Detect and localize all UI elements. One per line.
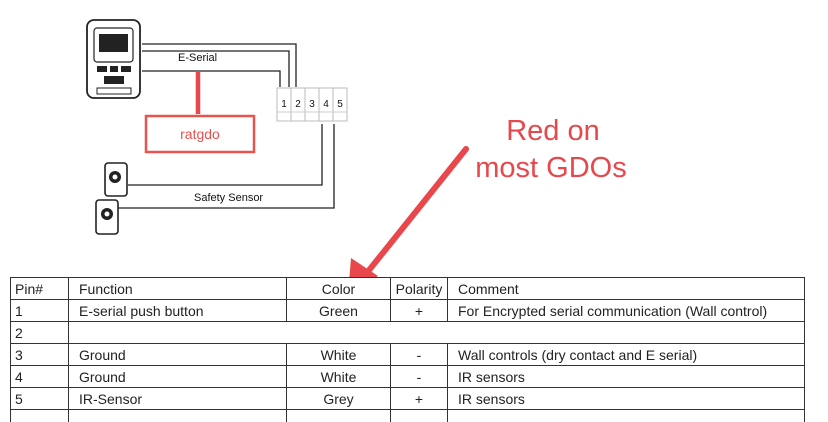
cell-function: IR-Sensor <box>69 388 287 410</box>
table-row: 5 IR-Sensor Grey + IR sensors <box>11 388 805 410</box>
eserial-label: E-Serial <box>178 52 217 64</box>
header-polarity: Polarity <box>391 278 448 300</box>
cell-comment: Wall controls (dry contact and E serial) <box>448 344 805 366</box>
annotation-line2: most GDOs <box>475 152 626 184</box>
cell-empty-merged <box>69 322 805 344</box>
table-row: 4 Ground White - IR sensors <box>11 366 805 388</box>
table-row: 2 <box>11 322 805 344</box>
cell-function: Ground <box>69 344 287 366</box>
table-row: 3 Ground White - Wall controls (dry cont… <box>11 344 805 366</box>
header-pin: Pin# <box>11 278 69 300</box>
terminal-5: 5 <box>337 99 343 110</box>
terminal-4: 4 <box>323 99 329 110</box>
cell-function: E-serial push button <box>69 300 287 322</box>
table-row-partial <box>11 410 805 422</box>
safety-sensor-label: Safety Sensor <box>194 192 263 204</box>
cell-pin: 1 <box>11 300 69 322</box>
header-color: Color <box>287 278 391 300</box>
cell-polarity: - <box>391 366 448 388</box>
header-function: Function <box>69 278 287 300</box>
header-comment: Comment <box>448 278 805 300</box>
cell-polarity: - <box>391 344 448 366</box>
ratgdo-label: ratgdo <box>180 126 220 142</box>
terminal-1: 1 <box>281 99 287 110</box>
safety-sensor-bottom-icon <box>96 200 118 234</box>
cell-color: Green <box>287 300 391 322</box>
cell-color: Grey <box>287 388 391 410</box>
cell-pin: 3 <box>11 344 69 366</box>
cell-polarity: + <box>391 388 448 410</box>
safety-sensor-top-icon <box>105 163 127 196</box>
terminal-block: 1 2 3 4 5 <box>277 88 347 121</box>
annotation-line1: Red on <box>506 115 600 147</box>
cell-pin: 2 <box>11 322 69 344</box>
table-header-row: Pin# Function Color Polarity Comment <box>11 278 805 300</box>
cell-polarity: + <box>391 300 448 322</box>
cell-color: White <box>287 366 391 388</box>
table-row: 1 E-serial push button Green + For Encry… <box>11 300 805 322</box>
cell-comment: IR sensors <box>448 388 805 410</box>
cell-function: Ground <box>69 366 287 388</box>
terminal-2: 2 <box>295 99 301 110</box>
annotation-arrow <box>348 149 466 277</box>
terminal-3: 3 <box>309 99 315 110</box>
cell-comment: For Encrypted serial communication (Wall… <box>448 300 805 322</box>
pin-table: Pin# Function Color Polarity Comment 1 E… <box>10 277 805 422</box>
cell-pin: 4 <box>11 366 69 388</box>
cell-comment: IR sensors <box>448 366 805 388</box>
cell-pin: 5 <box>11 388 69 410</box>
wiring-diagram: 1 2 3 4 5 E-Serial Safety Sensor ratgdo … <box>0 0 828 277</box>
cell-color: White <box>287 344 391 366</box>
wall-control-icon <box>87 20 140 98</box>
